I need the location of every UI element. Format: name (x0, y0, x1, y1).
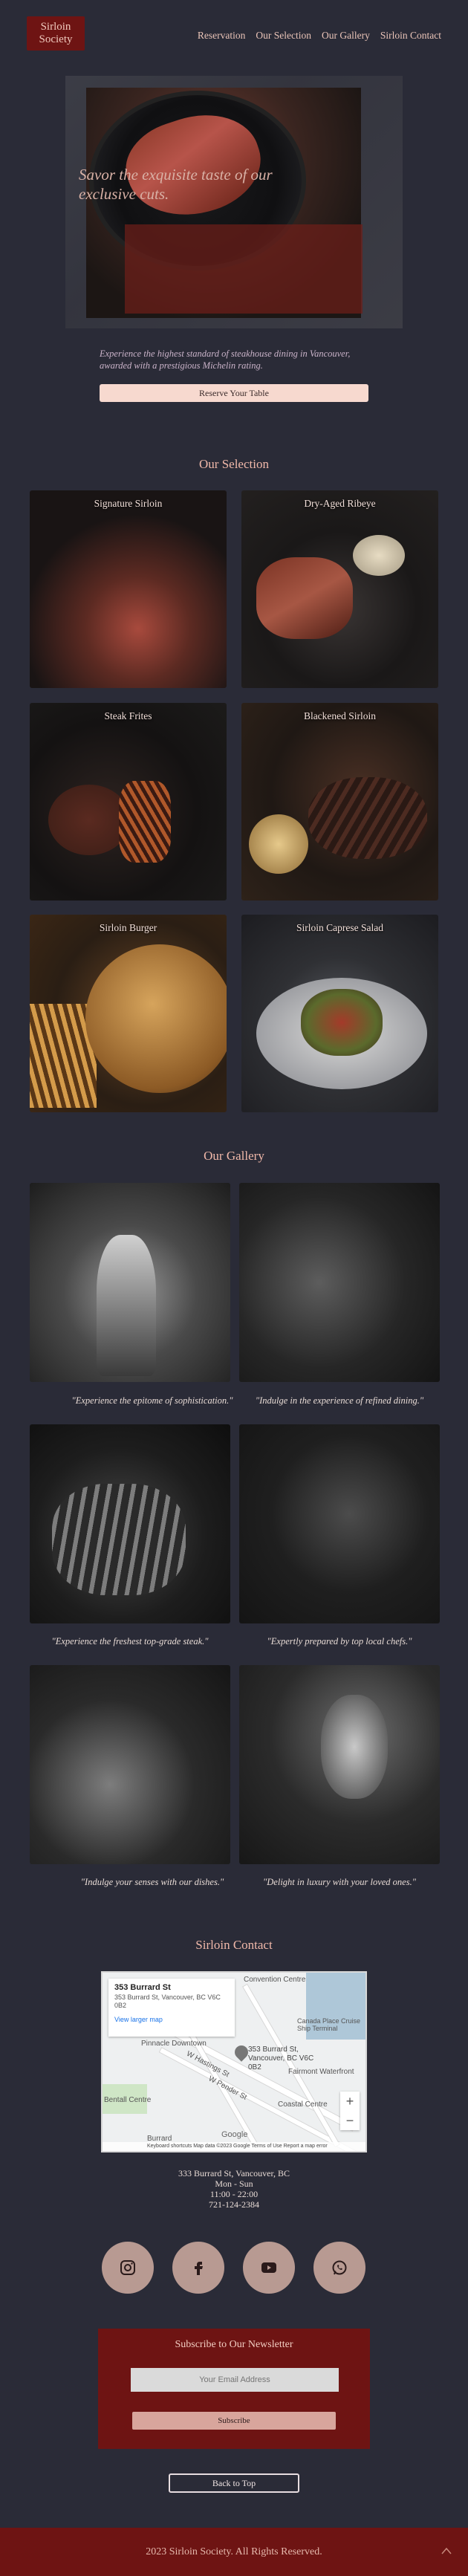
map-label: Convention Centre (244, 1976, 306, 1984)
map-label: Canada Place Cruise Ship Terminal (297, 2017, 361, 2032)
nav-item-reservation[interactable]: Reservation (198, 30, 245, 42)
selection-card-label: Dry-Aged Ribeye (304, 498, 376, 509)
steak-shape (52, 1484, 186, 1595)
selection-card-label: Steak Frites (104, 710, 152, 721)
view-larger-map-link[interactable]: View larger map (114, 2016, 229, 2023)
gallery-image-dish (30, 1665, 230, 1864)
gallery-caption: "Delight in luxury with your loved ones.… (263, 1877, 416, 1887)
map-info-box: 353 Burrard St 353 Burrard St, Vancouver… (108, 1979, 235, 2037)
map-label: Pinnacle Downtown (141, 2040, 207, 2048)
steak-shape (48, 785, 130, 855)
steak-shape (308, 777, 427, 859)
contact-phone: 721-124-2384 (209, 2199, 259, 2210)
youtube-icon (261, 2262, 276, 2273)
whatsapp-button[interactable] (313, 2242, 365, 2294)
selection-card-blackened-sirloin[interactable]: Blackened Sirloin (241, 703, 438, 901)
map-zoom-control: + − (340, 2092, 360, 2130)
map-label: Bentall Centre (104, 2096, 152, 2104)
contact-days: Mon - Sun (215, 2178, 253, 2189)
selection-card-label: Sirloin Burger (99, 922, 157, 933)
gallery-title: Our Gallery (204, 1149, 264, 1163)
reserve-table-button[interactable]: Reserve Your Table (100, 384, 368, 402)
selection-title: Our Selection (199, 457, 269, 471)
gallery-image-raw-steak (30, 1424, 230, 1623)
hero-subtitle: Experience the highest standard of steak… (100, 348, 351, 371)
logo[interactable]: Sirloin Society (27, 16, 85, 51)
gallery-image-chef (30, 1183, 230, 1382)
chevron-up-icon[interactable] (441, 2547, 452, 2554)
map-label: Coastal Centre (278, 2100, 328, 2109)
selection-card-sirloin-burger[interactable]: Sirloin Burger (30, 915, 227, 1112)
gallery-caption: "Experience the epitome of sophisticatio… (71, 1395, 233, 1406)
gallery-caption: "Indulge in the experience of refined di… (255, 1395, 424, 1406)
steak-shape (256, 557, 353, 639)
copyright-text: 2023 Sirloin Society. All Rights Reserve… (146, 2546, 322, 2557)
bread-shape (249, 814, 308, 874)
whatsapp-icon (332, 2260, 347, 2275)
selection-card-signature-sirloin[interactable]: Signature Sirloin (30, 490, 227, 688)
contact-hours: 11:00 - 22:00 (209, 2189, 259, 2199)
selection-card-dry-aged-ribeye[interactable]: Dry-Aged Ribeye (241, 490, 438, 688)
salad-shape (301, 989, 383, 1056)
chef-shape (97, 1235, 156, 1376)
diner-shape (321, 1695, 388, 1799)
map-place-title: 353 Burrard St (114, 1983, 171, 1992)
fries-shape (119, 781, 171, 863)
newsletter-section: Subscribe to Our Newsletter Subscribe (98, 2329, 370, 2449)
selection-card-caprese-salad[interactable]: Sirloin Caprese Salad (241, 915, 438, 1112)
nav-menu: Reservation Our Selection Our Gallery Si… (198, 30, 441, 42)
zoom-in-button[interactable]: + (340, 2092, 360, 2111)
header: Sirloin Society Reservation Our Selectio… (0, 0, 468, 71)
selection-card-steak-frites[interactable]: Steak Frites (30, 703, 227, 901)
garlic-shape (353, 535, 405, 576)
map-attribution: Keyboard shortcuts Map data ©2023 Google… (103, 2142, 365, 2151)
footer: 2023 Sirloin Society. All Rights Reserve… (0, 2528, 468, 2576)
selection-card-label: Signature Sirloin (94, 498, 163, 509)
google-logo: Google (221, 2130, 248, 2139)
map-place-address: 353 Burrard St, Vancouver, BC V6C 0B2 (114, 1993, 221, 2009)
selection-card-label: Blackened Sirloin (303, 710, 377, 721)
gallery-image-diner (239, 1665, 440, 1864)
instagram-icon (120, 2260, 135, 2275)
email-field[interactable] (131, 2368, 339, 2392)
zoom-out-button[interactable]: − (340, 2111, 360, 2130)
facebook-button[interactable] (172, 2242, 224, 2294)
bun-shape (85, 944, 227, 1093)
youtube-button[interactable] (243, 2242, 295, 2294)
gallery-caption: "Indulge your senses with our dishes." (80, 1877, 224, 1887)
contact-title: Sirloin Contact (195, 1938, 273, 1952)
hero-title: Savor the exquisite taste of our exclusi… (79, 166, 273, 203)
nav-item-selection[interactable]: Our Selection (256, 30, 311, 42)
gallery-caption: "Expertly prepared by top local chefs." (267, 1636, 412, 1647)
back-to-top-button[interactable]: Back to Top (169, 2473, 299, 2493)
selection-card-label: Sirloin Caprese Salad (296, 922, 383, 933)
nav-item-gallery[interactable]: Our Gallery (322, 30, 370, 42)
gallery-caption: "Experience the freshest top-grade steak… (51, 1636, 209, 1647)
newsletter-title: Subscribe to Our Newsletter (175, 2339, 293, 2350)
contact-address: 333 Burrard St, Vancouver, BC (178, 2168, 290, 2178)
subscribe-button[interactable]: Subscribe (132, 2412, 336, 2430)
gallery-image-dining-table (239, 1183, 440, 1382)
map-label: Fairmont Waterfront (288, 2068, 354, 2076)
facebook-icon (195, 2262, 203, 2275)
nav-item-contact[interactable]: Sirloin Contact (380, 30, 441, 42)
gallery-image-chef-plating (239, 1424, 440, 1623)
google-map[interactable]: 353 Burrard St 353 Burrard St, Vancouver… (101, 1971, 367, 2152)
hero-overlay (125, 224, 363, 314)
instagram-button[interactable] (102, 2242, 154, 2294)
